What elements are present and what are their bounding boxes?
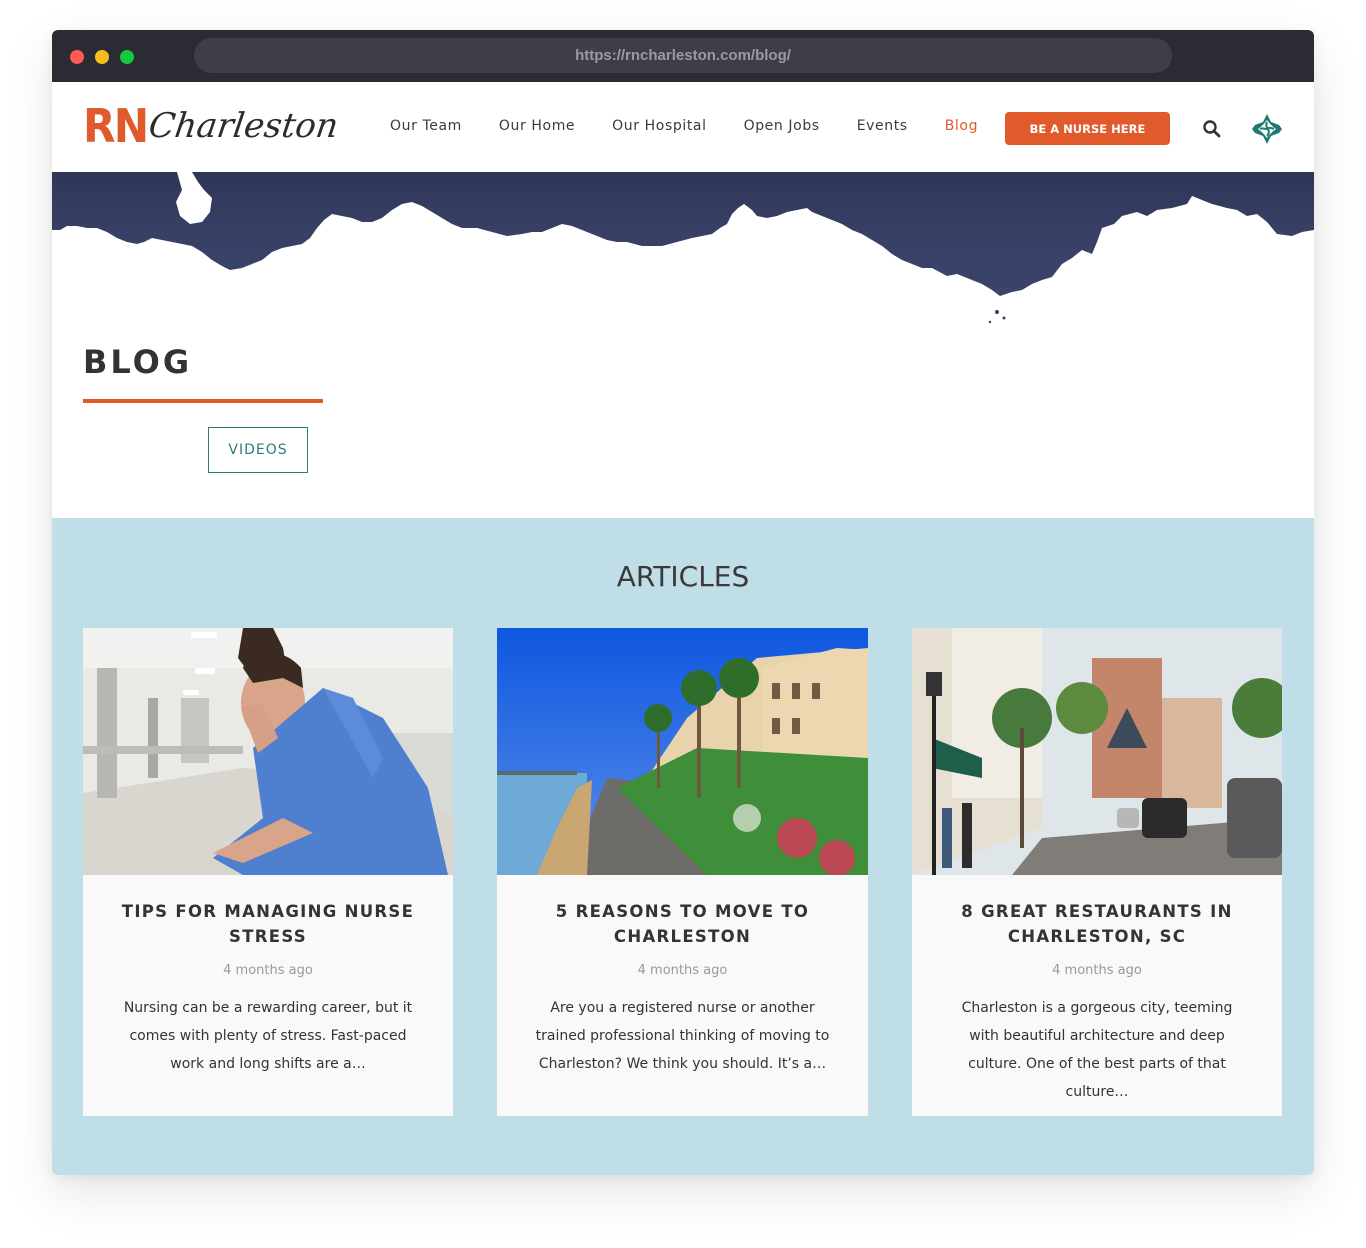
filter-videos-button[interactable]: VIDEOS [208, 427, 308, 473]
article-image-nurse[interactable] [83, 628, 453, 875]
nav-item-our-hospital[interactable]: Our Hospital [612, 118, 706, 134]
nav-item-our-team[interactable]: Our Team [390, 118, 462, 134]
logo-rn-text: RN [83, 99, 149, 153]
address-bar[interactable]: https://rncharleston.com/blog/ [194, 38, 1172, 73]
article-date: 4 months ago [1052, 963, 1142, 978]
nav-item-our-home[interactable]: Our Home [499, 118, 575, 134]
article-title[interactable]: TIPS FOR MANAGING NURSE STRESS [113, 899, 423, 949]
maximize-window-button[interactable] [120, 50, 134, 64]
logo-script-text: Charleston [146, 106, 341, 146]
search-icon[interactable] [1202, 119, 1222, 139]
article-image-waterfront[interactable] [497, 628, 868, 875]
main-nav: Our Team Our Home Our Hospital Open Jobs… [390, 118, 1015, 134]
article-card[interactable]: 5 REASONS TO MOVE TO CHARLESTON 4 months… [497, 628, 868, 1116]
hero-banner [52, 172, 1314, 332]
article-excerpt: Are you a registered nurse or another tr… [535, 1000, 830, 1072]
article-title[interactable]: 8 GREAT RESTAURANTS IN CHARLESTON, SC [942, 899, 1252, 949]
article-title[interactable]: 5 REASONS TO MOVE TO CHARLESTON [527, 899, 838, 949]
article-date: 4 months ago [637, 963, 728, 978]
nav-item-events[interactable]: Events [857, 118, 908, 134]
article-date: 4 months ago [223, 963, 313, 978]
articles-section: ARTICLES TIPS FOR MANAGING NURSE STRESS … [52, 518, 1314, 1175]
nav-item-blog[interactable]: Blog [945, 118, 978, 134]
article-card[interactable]: TIPS FOR MANAGING NURSE STRESS 4 months … [83, 628, 453, 1116]
articles-heading: ARTICLES [616, 560, 750, 593]
title-underline [83, 399, 323, 403]
site-header: RN Charleston Our Team Our Home Our Hosp… [52, 82, 1314, 172]
minimize-window-button[interactable] [95, 50, 109, 64]
article-card[interactable]: 8 GREAT RESTAURANTS IN CHARLESTON, SC 4 … [912, 628, 1282, 1116]
hero-brushstroke-image [52, 172, 1314, 324]
nav-item-open-jobs[interactable]: Open Jobs [744, 118, 820, 134]
site-logo[interactable]: RN Charleston [83, 99, 341, 153]
article-image-king-street[interactable] [912, 628, 1282, 875]
article-excerpt: Charleston is a gorgeous city, teeming w… [961, 1000, 1233, 1100]
four-petal-star-icon[interactable] [1250, 112, 1284, 146]
close-window-button[interactable] [70, 50, 84, 64]
page-title: BLOG [83, 343, 193, 381]
be-a-nurse-here-button[interactable]: BE A NURSE HERE [1005, 112, 1170, 145]
browser-titlebar: https://rncharleston.com/blog/ [52, 30, 1314, 82]
browser-window: https://rncharleston.com/blog/ RN Charle… [52, 30, 1314, 1175]
article-excerpt: Nursing can be a rewarding career, but i… [123, 1000, 413, 1072]
